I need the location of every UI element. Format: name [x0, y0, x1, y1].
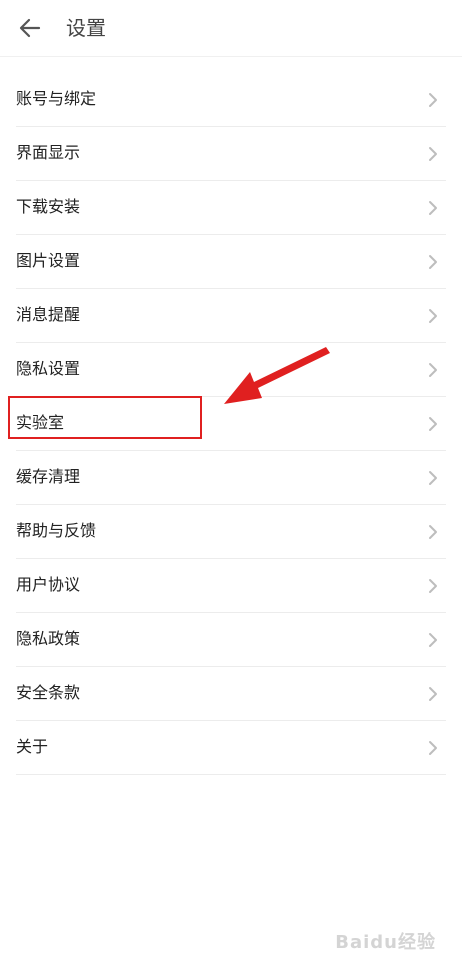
settings-item-image-settings[interactable]: 图片设置 [16, 235, 446, 289]
settings-item-label: 缓存清理 [16, 467, 81, 486]
chevron-right-icon [429, 525, 437, 539]
settings-item-security-terms[interactable]: 安全条款 [16, 667, 446, 721]
chevron-right-icon [429, 255, 437, 269]
settings-item-label: 隐私政策 [16, 629, 81, 648]
watermark: Baidu经验 [335, 932, 436, 953]
settings-item-notifications[interactable]: 消息提醒 [16, 289, 446, 343]
settings-item-label: 安全条款 [16, 683, 81, 702]
settings-item-label: 关于 [16, 737, 49, 756]
app-header: 设置 [0, 0, 462, 57]
settings-item-label: 下载安装 [16, 197, 81, 216]
chevron-right-icon [429, 93, 437, 107]
settings-item-privacy-settings[interactable]: 隐私设置 [16, 343, 446, 397]
chevron-right-icon [429, 687, 437, 701]
settings-list: 账号与绑定 界面显示 下载安装 图片设置 消息提醒 隐私设置 实验室 缓存清理 … [16, 73, 446, 775]
chevron-right-icon [429, 633, 437, 647]
settings-item-label: 账号与绑定 [16, 89, 97, 108]
back-button[interactable] [10, 8, 50, 48]
chevron-right-icon [429, 147, 437, 161]
settings-item-display[interactable]: 界面显示 [16, 127, 446, 181]
settings-item-label: 界面显示 [16, 143, 81, 162]
chevron-right-icon [429, 471, 437, 485]
settings-item-privacy-policy[interactable]: 隐私政策 [16, 613, 446, 667]
settings-item-help-feedback[interactable]: 帮助与反馈 [16, 505, 446, 559]
settings-item-label: 消息提醒 [16, 305, 81, 324]
chevron-right-icon [429, 579, 437, 593]
chevron-right-icon [429, 309, 437, 323]
page-title: 设置 [66, 16, 106, 40]
settings-item-label: 用户协议 [16, 575, 81, 594]
settings-item-user-agreement[interactable]: 用户协议 [16, 559, 446, 613]
settings-item-account-binding[interactable]: 账号与绑定 [16, 73, 446, 127]
chevron-right-icon [429, 201, 437, 215]
settings-item-clear-cache[interactable]: 缓存清理 [16, 451, 446, 505]
settings-item-download-install[interactable]: 下载安装 [16, 181, 446, 235]
settings-item-about[interactable]: 关于 [16, 721, 446, 775]
arrow-left-icon [19, 18, 41, 38]
settings-item-lab[interactable]: 实验室 [16, 397, 446, 451]
settings-item-label: 图片设置 [16, 251, 81, 270]
chevron-right-icon [429, 363, 437, 377]
settings-item-label: 实验室 [16, 413, 65, 432]
settings-item-label: 帮助与反馈 [16, 521, 97, 540]
settings-item-label: 隐私设置 [16, 359, 81, 378]
chevron-right-icon [429, 417, 437, 431]
chevron-right-icon [429, 741, 437, 755]
